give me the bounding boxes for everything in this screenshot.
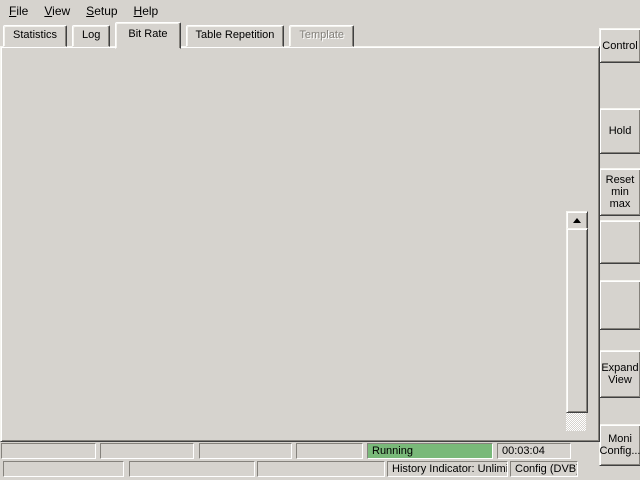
arrow-up-icon (573, 218, 581, 223)
status-cell-2 (100, 443, 194, 459)
status-cell-3 (199, 443, 292, 459)
menu-help[interactable]: Help (127, 1, 168, 21)
tab-log[interactable]: Log (72, 25, 110, 47)
statusbar-cell-3 (257, 461, 385, 477)
moni-config-button[interactable]: Moni Config... (599, 424, 640, 466)
menu-bar: File View Setup Help (0, 0, 600, 22)
tab-template: Template (289, 25, 354, 47)
expand-view-button[interactable]: Expand View (599, 350, 640, 398)
blank-button-1[interactable] (599, 220, 640, 264)
hold-button[interactable]: Hold (599, 108, 640, 154)
statusbar-cell-1 (3, 461, 124, 477)
control-button[interactable]: Control (599, 28, 640, 63)
statusbar-cell-2 (129, 461, 255, 477)
bitrate-panel (0, 46, 600, 442)
config-indicator: Config (DVB) (510, 461, 578, 477)
tab-bit-rate[interactable]: Bit Rate (115, 22, 180, 49)
menu-view[interactable]: View (37, 1, 79, 21)
status-cell-4 (296, 443, 363, 459)
menu-setup[interactable]: Setup (79, 1, 126, 21)
running-status: Running (367, 443, 493, 459)
vertical-scrollbar[interactable] (566, 211, 586, 432)
bitrate-analyzer-window: { "menu": { "items": ["File", "View", "S… (0, 0, 640, 480)
elapsed-time: 00:03:04 (497, 443, 571, 459)
history-indicator: History Indicator: Unlimited (387, 461, 508, 477)
menu-file[interactable]: File (2, 1, 37, 21)
blank-button-2[interactable] (599, 280, 640, 330)
tab-statistics[interactable]: Statistics (3, 25, 67, 47)
reset-minmax-button[interactable]: Reset min max (599, 168, 640, 216)
scrollbar-thumb[interactable] (566, 228, 588, 413)
tab-strip: Statistics Log Bit Rate Table Repetition… (0, 24, 601, 47)
tab-table-repetition[interactable]: Table Repetition (186, 25, 285, 47)
status-cell-1 (1, 443, 96, 459)
